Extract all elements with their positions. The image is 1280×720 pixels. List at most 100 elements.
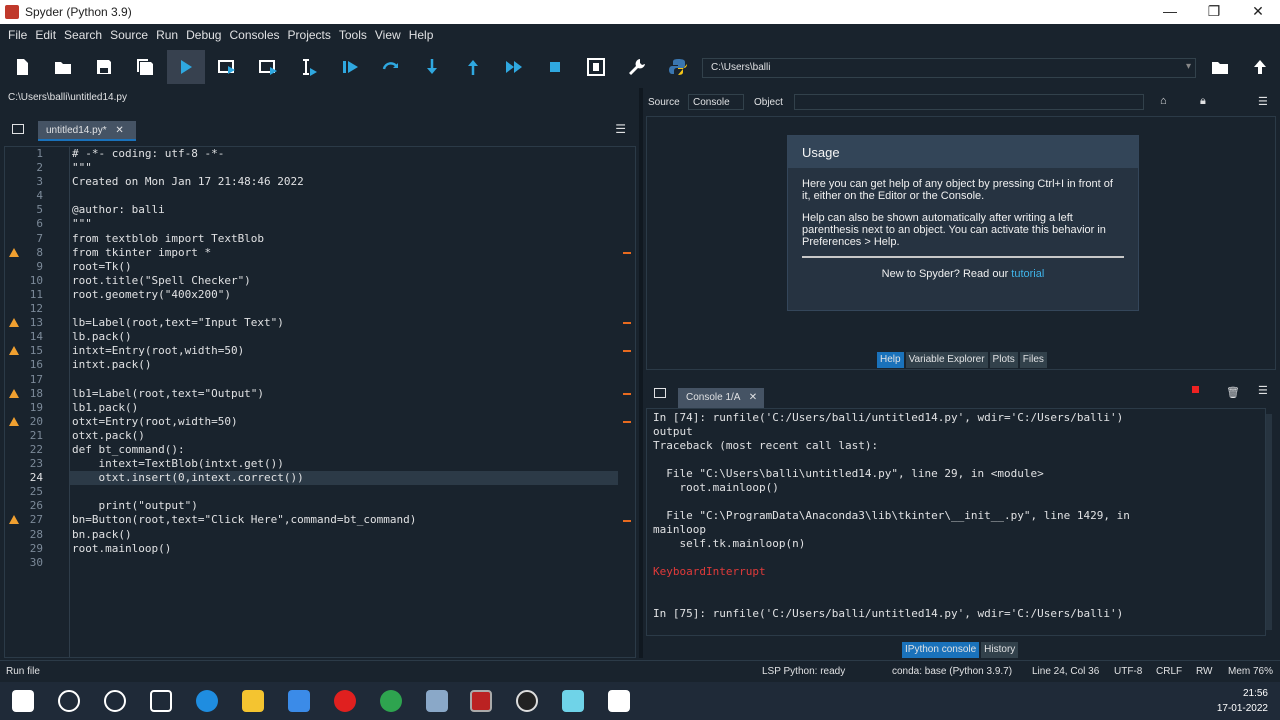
code-editor[interactable]: 1 2 3 4 5 6 7 8 9 10 11 12 13 14 15 16 17 18 19 20 21 22 23 24 2… bbox=[4, 146, 636, 658]
windows-start-icon[interactable] bbox=[12, 690, 34, 712]
code-line[interactable]: @author: balli bbox=[70, 203, 635, 217]
code-line[interactable]: intext=TextBlob(intxt.get()) bbox=[70, 457, 635, 471]
chrome-icon[interactable] bbox=[380, 690, 402, 712]
working-directory-combo[interactable]: C:\Users\balli ▾ bbox=[702, 58, 1196, 78]
preferences-button[interactable] bbox=[618, 50, 656, 84]
code-line[interactable]: """ bbox=[70, 161, 635, 175]
parent-directory-button[interactable] bbox=[1241, 50, 1279, 84]
document-icon[interactable] bbox=[608, 690, 630, 712]
search-icon[interactable] bbox=[58, 690, 80, 712]
menu-help[interactable]: Help bbox=[409, 28, 434, 42]
editor-options-menu-icon[interactable]: ☰ bbox=[615, 122, 626, 136]
code-line[interactable]: otxt=Entry(root,width=50) bbox=[70, 415, 635, 429]
maximize-button[interactable]: ❐ bbox=[1192, 0, 1236, 24]
warning-icon[interactable] bbox=[9, 416, 19, 426]
opera-icon[interactable] bbox=[334, 690, 356, 712]
tutorial-link[interactable]: tutorial bbox=[1011, 268, 1044, 280]
interrupt-kernel-icon[interactable] bbox=[1192, 386, 1199, 393]
menu-run[interactable]: Run bbox=[156, 28, 178, 42]
new-file-button[interactable] bbox=[3, 50, 41, 84]
warning-marker[interactable] bbox=[623, 350, 631, 353]
console-options-menu-icon[interactable]: ☰ bbox=[1258, 384, 1268, 397]
run-cell-button[interactable] bbox=[208, 50, 246, 84]
code-line[interactable]: intxt.pack() bbox=[70, 358, 635, 372]
code-line[interactable]: root.title("Spell Checker") bbox=[70, 274, 635, 288]
home-icon[interactable]: ⌂ bbox=[1160, 95, 1167, 107]
python-path-button[interactable] bbox=[659, 50, 697, 84]
tab-ipython-console[interactable]: IPython console bbox=[902, 642, 980, 658]
source-select[interactable]: Console bbox=[688, 94, 744, 110]
browse-tabs-icon[interactable] bbox=[12, 124, 24, 134]
console-scrollbar[interactable] bbox=[1266, 414, 1272, 630]
maximize-pane-button[interactable] bbox=[577, 50, 615, 84]
debug-button[interactable] bbox=[331, 50, 369, 84]
save-all-button[interactable] bbox=[126, 50, 164, 84]
menu-tools[interactable]: Tools bbox=[339, 28, 367, 42]
console-output[interactable]: In [74]: runfile('C:/Users/balli/untitle… bbox=[646, 408, 1266, 636]
close-window-button[interactable]: ✕ bbox=[1236, 0, 1280, 24]
tab-help[interactable]: Help bbox=[877, 352, 904, 368]
notepad-icon[interactable] bbox=[562, 690, 584, 712]
code-line[interactable]: from tkinter import * bbox=[70, 246, 635, 260]
help-options-menu-icon[interactable]: ☰ bbox=[1258, 95, 1268, 108]
code-line[interactable] bbox=[70, 302, 635, 316]
code-line[interactable]: otxt.insert(0,intext.correct()) bbox=[70, 471, 618, 486]
browse-consoles-icon[interactable] bbox=[654, 388, 666, 398]
menu-consoles[interactable]: Consoles bbox=[229, 28, 279, 42]
step-into-button[interactable] bbox=[413, 50, 451, 84]
code-line[interactable]: otxt.pack() bbox=[70, 429, 635, 443]
tab-history[interactable]: History bbox=[981, 642, 1019, 658]
code-line[interactable]: root=Tk() bbox=[70, 260, 635, 274]
warning-marker[interactable] bbox=[623, 392, 631, 395]
object-input[interactable] bbox=[794, 94, 1144, 110]
code-line[interactable] bbox=[70, 556, 635, 570]
close-tab-icon[interactable]: ✕ bbox=[115, 125, 123, 136]
menu-debug[interactable]: Debug bbox=[186, 28, 221, 42]
warning-marker[interactable] bbox=[623, 322, 631, 325]
continue-button[interactable] bbox=[495, 50, 533, 84]
save-button[interactable] bbox=[85, 50, 123, 84]
tab-untitled14[interactable]: untitled14.py* ✕ bbox=[38, 121, 136, 141]
warning-icon[interactable] bbox=[9, 247, 19, 257]
run-selection-button[interactable] bbox=[290, 50, 328, 84]
code-line[interactable]: def bt_command(): bbox=[70, 443, 635, 457]
code-line[interactable]: lb1.pack() bbox=[70, 401, 635, 415]
menu-search[interactable]: Search bbox=[64, 28, 102, 42]
pane-splitter[interactable] bbox=[639, 88, 643, 658]
open-file-button[interactable] bbox=[44, 50, 82, 84]
run-file-button[interactable] bbox=[167, 50, 205, 84]
browse-directory-button[interactable] bbox=[1201, 50, 1239, 84]
code-line[interactable]: root.geometry("400x200") bbox=[70, 288, 635, 302]
menu-file[interactable]: File bbox=[8, 28, 27, 42]
tab-plots[interactable]: Plots bbox=[989, 352, 1018, 368]
code-line[interactable] bbox=[70, 373, 635, 387]
stop-debug-button[interactable] bbox=[536, 50, 574, 84]
status-conda[interactable]: conda: base (Python 3.9.7) bbox=[892, 666, 1012, 677]
menu-view[interactable]: View bbox=[375, 28, 401, 42]
code-line[interactable]: from textblob import TextBlob bbox=[70, 232, 635, 246]
camera-icon[interactable] bbox=[426, 690, 448, 712]
spyder-taskbar-icon[interactable] bbox=[470, 690, 492, 712]
menu-projects[interactable]: Projects bbox=[288, 28, 331, 42]
warning-icon[interactable] bbox=[9, 318, 19, 328]
system-clock[interactable]: 21:56 17-01-2022 bbox=[1217, 686, 1268, 716]
obs-icon[interactable] bbox=[516, 690, 538, 712]
step-return-button[interactable] bbox=[454, 50, 492, 84]
tab-files[interactable]: Files bbox=[1019, 352, 1047, 368]
file-explorer-icon[interactable] bbox=[242, 690, 264, 712]
warning-marker[interactable] bbox=[623, 519, 631, 522]
minimize-button[interactable]: — bbox=[1148, 0, 1192, 24]
task-view-icon[interactable] bbox=[150, 690, 172, 712]
code-line[interactable]: lb=Label(root,text="Input Text") bbox=[70, 316, 635, 330]
menu-source[interactable]: Source bbox=[110, 28, 148, 42]
store-icon[interactable] bbox=[288, 690, 310, 712]
warning-marker[interactable] bbox=[623, 420, 631, 423]
warning-icon[interactable] bbox=[9, 515, 19, 525]
code-line[interactable]: lb.pack() bbox=[70, 330, 635, 344]
code-line[interactable]: intxt=Entry(root,width=50) bbox=[70, 344, 635, 358]
warning-marker[interactable] bbox=[623, 251, 631, 254]
warning-icon[interactable] bbox=[9, 388, 19, 398]
warning-icon[interactable] bbox=[9, 346, 19, 356]
code-line[interactable] bbox=[70, 189, 635, 203]
code-line[interactable]: root.mainloop() bbox=[70, 542, 635, 556]
